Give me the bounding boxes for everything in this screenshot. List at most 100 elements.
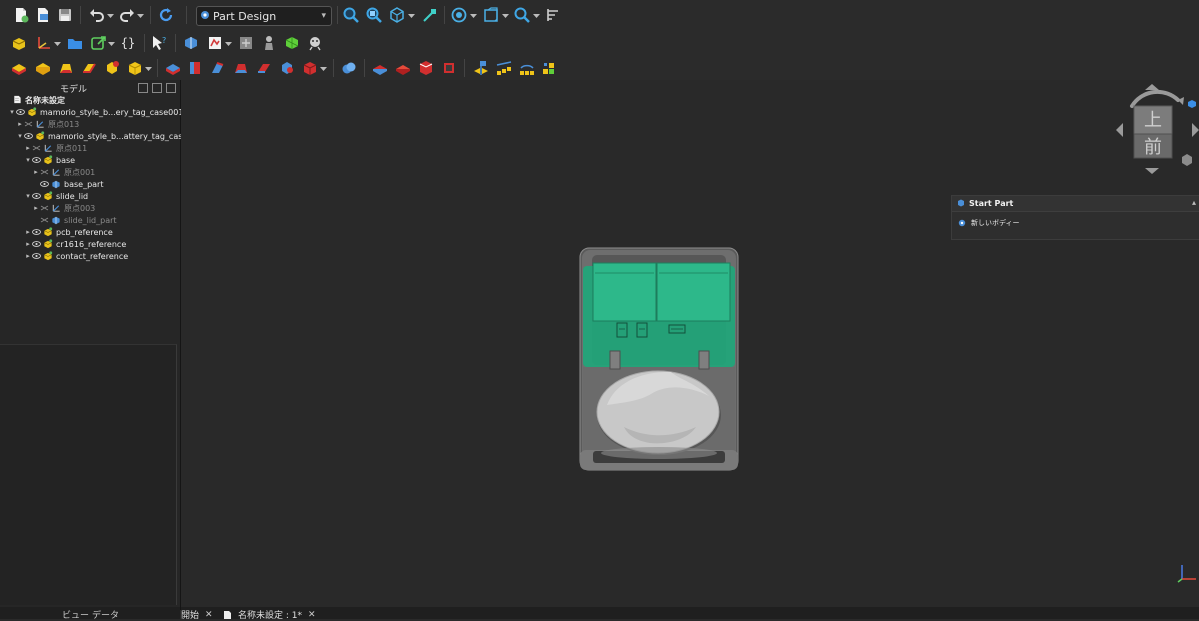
fillet-icon[interactable] [371, 59, 389, 77]
new-body-action[interactable]: 新しいボディー [958, 218, 1020, 228]
whats-this-icon[interactable]: ? [150, 34, 168, 52]
tree-item[interactable]: ▾ mamorio_style_b...attery_tag_case [16, 130, 187, 142]
hole-icon[interactable] [186, 59, 204, 77]
tab-view[interactable]: ビュー [62, 608, 89, 621]
tab-data[interactable]: データ [92, 608, 119, 621]
collapse-arrow-icon[interactable]: ▸ [24, 240, 32, 248]
panel-close-icon[interactable] [166, 83, 176, 93]
subtractive-loft-icon[interactable] [232, 59, 250, 77]
collapse-arrow-icon[interactable]: ▸ [32, 168, 40, 176]
hidden-icon[interactable] [24, 121, 33, 127]
tree-item[interactable]: ▾ base [24, 154, 75, 166]
measure-icon[interactable] [544, 6, 562, 24]
revolution-icon[interactable] [34, 59, 52, 77]
close-icon[interactable]: ✕ [308, 610, 316, 620]
additive-pipe-icon[interactable] [80, 59, 98, 77]
tree-item[interactable]: ▸ 原点013 [16, 118, 79, 130]
draw-style-dropdown-icon[interactable] [470, 12, 477, 19]
new-document-icon[interactable] [12, 6, 30, 24]
expand-arrow-icon[interactable]: ▾ [8, 108, 16, 116]
zoom-dropdown-icon[interactable] [533, 12, 540, 19]
polar-pattern-icon[interactable] [518, 59, 536, 77]
undo-icon[interactable] [88, 6, 106, 24]
box-selection-icon[interactable] [482, 6, 500, 24]
battery-tag-case-model[interactable] [579, 247, 739, 472]
navigation-cube[interactable]: 上 前 [1112, 84, 1199, 176]
create-part-icon[interactable] [10, 34, 28, 52]
datum-axis-icon[interactable] [35, 34, 53, 52]
boolean-icon[interactable] [340, 59, 358, 77]
tree-item[interactable]: ▸ 原点011 [24, 142, 87, 154]
collapse-arrow-icon[interactable]: ▸ [24, 252, 32, 260]
hidden-icon[interactable] [40, 169, 49, 175]
pocket-icon[interactable] [164, 59, 182, 77]
visibility-icon[interactable] [32, 253, 41, 259]
visibility-icon[interactable] [40, 181, 49, 187]
visibility-icon[interactable] [32, 157, 41, 163]
visibility-icon[interactable] [24, 133, 33, 139]
mirrored-icon[interactable] [472, 59, 490, 77]
collapse-arrow-icon[interactable]: ▸ [24, 144, 32, 152]
panel-restore-icon[interactable] [152, 83, 162, 93]
visibility-icon[interactable] [16, 109, 25, 115]
linear-pattern-icon[interactable] [495, 59, 513, 77]
collapse-icon[interactable]: ▴ [1192, 198, 1196, 207]
tree-item[interactable]: slide_lid_part [32, 214, 117, 226]
additive-primitive-icon[interactable] [126, 59, 144, 77]
tree-item[interactable]: ▸ cr1616_reference [24, 238, 126, 250]
tree-item[interactable]: ▾ slide_lid [24, 190, 88, 202]
sketch-dropdown-icon[interactable] [225, 40, 232, 47]
workbench-selector[interactable]: Part Design ▾ [196, 6, 332, 26]
redo-dropdown-icon[interactable] [137, 12, 144, 19]
clone-icon[interactable] [306, 34, 324, 52]
collapse-arrow-icon[interactable]: ▸ [32, 204, 40, 212]
tree-item[interactable]: ▸ 原点003 [32, 202, 95, 214]
visibility-icon[interactable] [32, 229, 41, 235]
chamfer-icon[interactable] [394, 59, 412, 77]
tree-item[interactable]: ▸ 原点001 [32, 166, 95, 178]
thickness-icon[interactable] [440, 59, 458, 77]
additive-loft-icon[interactable] [57, 59, 75, 77]
validate-sketch-icon[interactable] [237, 34, 255, 52]
draw-style-icon[interactable] [450, 6, 468, 24]
open-document-icon[interactable] [34, 6, 52, 24]
views-dropdown-icon[interactable] [408, 12, 415, 19]
standard-views-icon[interactable] [388, 6, 406, 24]
visibility-icon[interactable] [32, 241, 41, 247]
refresh-icon[interactable] [157, 6, 175, 24]
collapse-arrow-icon[interactable]: ▸ [24, 228, 32, 236]
variable-set-icon[interactable]: {} [119, 34, 137, 52]
tree-item[interactable]: ▾ mamorio_style_b...ery_tag_case001 [8, 106, 183, 118]
tree-item[interactable]: ▸ pcb_reference [24, 226, 113, 238]
fit-selection-icon[interactable] [365, 6, 383, 24]
pad-icon[interactable] [10, 59, 28, 77]
subtractive-pipe-icon[interactable] [255, 59, 273, 77]
hidden-icon[interactable] [32, 145, 41, 151]
additive-helix-icon[interactable] [103, 59, 121, 77]
create-group-icon[interactable] [66, 34, 84, 52]
body-icon[interactable] [182, 34, 200, 52]
create-sketch-icon[interactable] [206, 34, 224, 52]
draft-icon[interactable] [417, 59, 435, 77]
panel-float-icon[interactable] [138, 83, 148, 93]
sub-shape-binder-icon[interactable] [283, 34, 301, 52]
expand-arrow-icon[interactable]: ▾ [24, 192, 32, 200]
fit-all-icon[interactable] [342, 6, 360, 24]
box-selection-dropdown-icon[interactable] [502, 12, 509, 19]
save-icon[interactable] [56, 6, 74, 24]
zoom-icon[interactable] [513, 6, 531, 24]
additive-primitive-dropdown-icon[interactable] [145, 65, 152, 72]
tree-item[interactable]: base_part [32, 178, 103, 190]
hidden-icon[interactable] [40, 205, 49, 211]
axis-dropdown-icon[interactable] [54, 40, 61, 47]
shape-binder-icon[interactable] [260, 34, 278, 52]
visibility-icon[interactable] [32, 193, 41, 199]
task-panel-header[interactable]: Start Part ▴ [952, 196, 1199, 212]
tab-start[interactable]: 開始 ✕ [181, 608, 213, 621]
subtractive-primitive-dropdown-icon[interactable] [320, 65, 327, 72]
redo-icon[interactable] [118, 6, 136, 24]
groove-icon[interactable] [209, 59, 227, 77]
tab-document[interactable]: 名称未設定 : 1* ✕ [223, 608, 316, 621]
link-dropdown-icon[interactable] [108, 40, 115, 47]
close-icon[interactable]: ✕ [205, 610, 213, 620]
